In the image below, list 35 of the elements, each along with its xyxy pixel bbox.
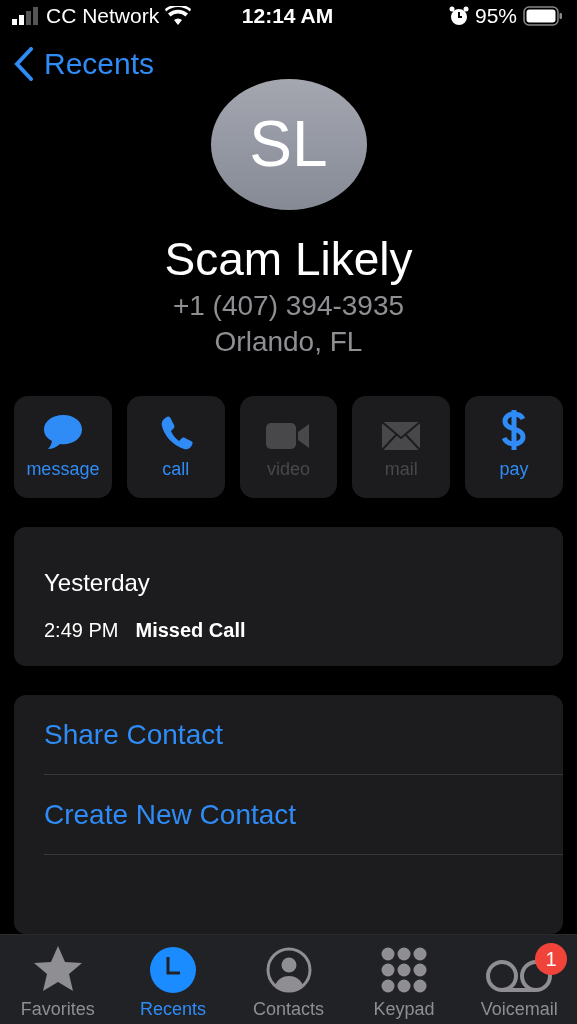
notification-badge: 1 bbox=[535, 943, 568, 975]
phone-number: +1 (407) 394-3935 bbox=[171, 290, 406, 322]
avatar-initials: SL bbox=[210, 78, 367, 210]
tab-item[interactable]: Recents bbox=[115, 935, 231, 1024]
call-action-button[interactable]: call bbox=[126, 396, 225, 498]
contact-location: Orlando, FL bbox=[213, 326, 364, 358]
envelope-icon bbox=[381, 421, 422, 451]
message-action-button[interactable]: message bbox=[14, 396, 112, 498]
status-time: 12:14 AM bbox=[241, 3, 334, 28]
contact-name: Scam Likely bbox=[163, 232, 414, 286]
pay-action-button[interactable]: pay bbox=[465, 396, 563, 498]
video-camera-icon bbox=[266, 421, 311, 451]
call-date: Yesterday bbox=[44, 569, 151, 597]
call-time: 2:49 PM bbox=[44, 619, 119, 642]
carrier-name: CC Network bbox=[46, 3, 160, 28]
wifi-icon bbox=[165, 6, 192, 26]
battery-icon bbox=[523, 5, 563, 26]
keypad-icon bbox=[380, 947, 427, 993]
tab-item[interactable]: Contacts bbox=[230, 935, 347, 1024]
tab-item[interactable]: Voicemail 1 bbox=[461, 935, 577, 1024]
chevron-left-icon bbox=[14, 46, 34, 81]
dollar-icon bbox=[501, 409, 528, 451]
option-link[interactable]: Share Contact bbox=[44, 695, 563, 775]
option-link[interactable]: Create New Contact bbox=[44, 775, 563, 855]
speech-bubble-icon bbox=[41, 413, 84, 451]
tab-item[interactable]: Favorites bbox=[0, 935, 116, 1024]
alarm-clock-icon bbox=[448, 5, 469, 26]
signal-icon bbox=[12, 6, 40, 25]
star-icon bbox=[32, 945, 83, 993]
call-type: Missed Call bbox=[135, 619, 246, 642]
clock-icon bbox=[150, 947, 197, 993]
tab-item[interactable]: Keypad bbox=[346, 935, 462, 1024]
back-link[interactable]: Recents bbox=[14, 46, 155, 81]
battery-percentage: 95% bbox=[474, 3, 517, 28]
person-circle-icon bbox=[265, 947, 312, 993]
